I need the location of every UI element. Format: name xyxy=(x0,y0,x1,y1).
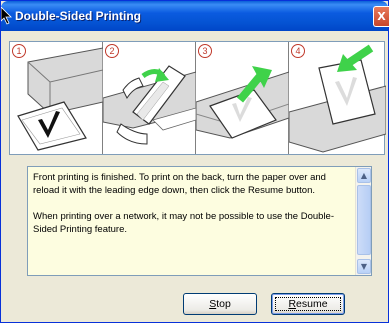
step-panel-3: 3 xyxy=(196,42,289,154)
stop-label: top xyxy=(216,298,231,310)
stop-button[interactable]: Stop xyxy=(183,293,257,315)
step-panel-1: 1 xyxy=(10,42,103,154)
window-title: Double-Sided Printing xyxy=(15,9,141,23)
message-paragraph: When printing over a network, it may not… xyxy=(33,211,334,235)
close-button[interactable]: X xyxy=(373,6,389,27)
message-scrollbar[interactable]: ▲ ▼ xyxy=(355,167,371,275)
chevron-down-icon: ▼ xyxy=(360,262,368,271)
instruction-illustration: 1 2 3 4 xyxy=(9,41,386,155)
step-number: 3 xyxy=(198,44,212,58)
chevron-up-icon: ▲ xyxy=(360,171,368,180)
printed-sheet-in-tray-icon xyxy=(17,47,103,151)
close-icon: X xyxy=(377,10,386,23)
scroll-down-button[interactable]: ▼ xyxy=(357,259,371,274)
message-text: Front printing is finished. To print on … xyxy=(33,171,351,249)
scroll-thumb[interactable] xyxy=(357,185,371,255)
focus-ring xyxy=(275,297,341,311)
turn-paper-over-icon xyxy=(103,65,196,145)
double-sided-printing-dialog: Double-Sided Printing X 1 2 3 4 Front pr… xyxy=(0,0,389,323)
step-number: 4 xyxy=(291,44,305,58)
scroll-up-button[interactable]: ▲ xyxy=(357,168,371,183)
reload-paper-icon xyxy=(196,66,289,139)
resume-button[interactable]: Resume xyxy=(271,293,345,315)
step-panel-2: 2 xyxy=(103,42,196,154)
insert-paper-icon xyxy=(289,44,386,153)
title-bar[interactable]: Double-Sided Printing X xyxy=(1,1,389,31)
step-panel-4: 4 xyxy=(289,42,386,154)
message-paragraph: Front printing is finished. To print on … xyxy=(33,172,326,196)
message-box[interactable]: Front printing is finished. To print on … xyxy=(27,166,372,276)
step-number: 2 xyxy=(105,44,119,58)
step-number: 1 xyxy=(12,44,26,58)
mouse-cursor-icon xyxy=(1,7,12,25)
